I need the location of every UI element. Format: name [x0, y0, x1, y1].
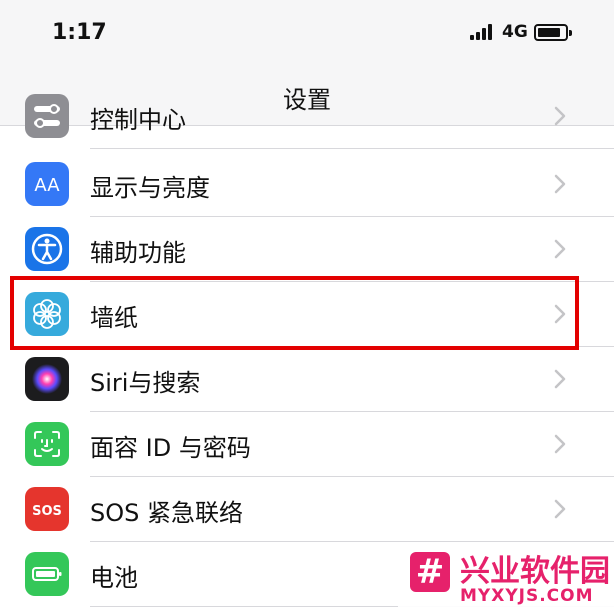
settings-row-display-brightness[interactable]: AA 显示与亮度	[0, 152, 614, 217]
settings-row-face-id-passcode[interactable]: 面容 ID 与密码	[0, 412, 614, 477]
battery-icon	[25, 552, 69, 596]
svg-text:SOS: SOS	[32, 504, 62, 519]
settings-row-accessibility[interactable]: 辅助功能	[0, 217, 614, 282]
settings-row-label: Siri与搜索	[90, 369, 201, 397]
cellular-signal-icon	[470, 24, 496, 40]
settings-row-emergency-sos[interactable]: SOS SOS 紧急联络	[0, 477, 614, 542]
status-bar: 1:17 4G	[0, 0, 614, 66]
control-center-icon	[25, 94, 69, 138]
settings-row-siri-search[interactable]: Siri与搜索	[0, 347, 614, 412]
chevron-right-icon	[554, 239, 566, 259]
settings-row-label: 电池	[90, 564, 138, 592]
chevron-right-icon	[554, 499, 566, 519]
watermark-title: 兴业软件园	[460, 554, 610, 589]
settings-row-label: 辅助功能	[90, 239, 186, 267]
site-watermark: # 兴业软件园 MYXYJS.COM	[398, 546, 614, 611]
settings-row-control-center[interactable]: 控制中心	[0, 84, 614, 149]
watermark-url: MYXYJS.COM	[460, 586, 594, 606]
battery-status-icon	[534, 24, 572, 41]
chevron-right-icon	[554, 174, 566, 194]
chevron-right-icon	[554, 106, 566, 126]
watermark-logo: #	[410, 552, 450, 592]
accessibility-icon	[25, 227, 69, 271]
chevron-right-icon	[554, 434, 566, 454]
svg-text:AA: AA	[34, 175, 60, 196]
network-type: 4G	[502, 22, 528, 42]
settings-row-label: SOS 紧急联络	[90, 499, 243, 527]
settings-row-label: 显示与亮度	[90, 174, 210, 202]
chevron-right-icon	[554, 369, 566, 389]
settings-row-label: 面容 ID 与密码	[90, 434, 251, 462]
sos-icon: SOS	[25, 487, 69, 531]
highlight-box	[10, 276, 579, 350]
face-id-icon	[25, 422, 69, 466]
siri-icon	[25, 357, 69, 401]
row-divider	[90, 148, 614, 149]
status-time: 1:17	[52, 20, 107, 45]
display-brightness-icon: AA	[25, 162, 69, 206]
settings-row-label: 控制中心	[90, 106, 186, 134]
